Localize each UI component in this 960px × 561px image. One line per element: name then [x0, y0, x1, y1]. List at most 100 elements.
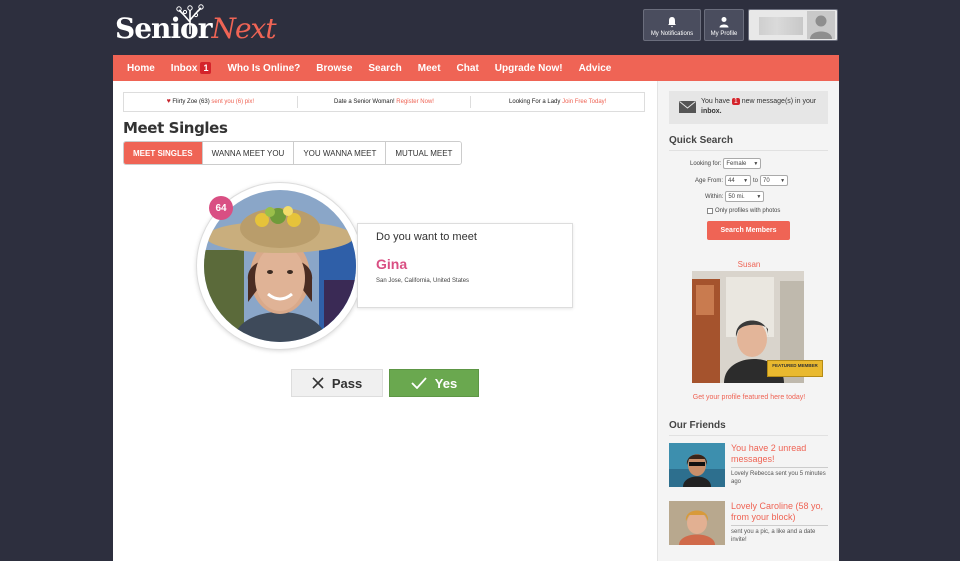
divider — [731, 467, 828, 468]
tab-mutual-meet[interactable]: MUTUAL MEET — [386, 142, 462, 164]
friend-photo — [669, 443, 725, 487]
message-suffix: new message(s) in your — [741, 98, 817, 105]
age-to-label: to — [753, 177, 759, 184]
friend-subtitle: Lovely Rebecca sent you 5 minutes ago — [731, 471, 826, 485]
meet-question: Do you want to meet — [376, 231, 477, 243]
username-blurred — [759, 17, 803, 35]
age-from-value: 44 — [728, 177, 735, 184]
quick-search-title: Quick Search — [669, 135, 733, 146]
ticker-link-3[interactable]: Join Free Today! — [562, 99, 606, 105]
looking-for-label: Looking for: — [690, 160, 722, 167]
pass-label: Pass — [331, 375, 363, 391]
age-from-select[interactable]: 44 ▼ — [725, 175, 752, 186]
featured-member-badge: FEATURED MEMBER — [767, 360, 823, 377]
pass-button[interactable]: Pass — [291, 369, 383, 397]
main-content: ♥ Flirty Zoe (63) sent you (6) pix! Date… — [113, 81, 657, 561]
chevron-down-icon: ▼ — [756, 193, 762, 200]
close-icon — [312, 377, 324, 389]
within-value: 50 mi. — [728, 193, 745, 200]
new-message-notice[interactable]: You have 1 new message(s) in your inbox. — [669, 91, 828, 124]
yes-button[interactable]: Yes — [389, 369, 479, 397]
photos-only-label: Only profiles with photos — [715, 208, 781, 214]
within-row: Within: 50 mi. ▼ — [705, 191, 765, 202]
looking-for-value: Female — [726, 160, 747, 167]
nav-inbox[interactable]: Inbox 1 — [163, 55, 220, 81]
age-badge: 64 — [209, 196, 233, 220]
get-featured-link[interactable]: Get your profile featured here today! — [658, 394, 840, 401]
message-count-badge: 1 — [731, 98, 740, 105]
ticker-link-2[interactable]: Register Now! — [396, 99, 434, 105]
ticker-item-2[interactable]: Date a Senior Woman! Register Now! — [298, 96, 472, 108]
tab-meet-singles[interactable]: MEET SINGLES — [124, 142, 203, 164]
bell-icon — [668, 17, 676, 28]
within-label: Within: — [705, 193, 724, 200]
ticker-text-3: Looking For a Lady — [509, 99, 561, 105]
ticker-text-2: Date a Senior Woman! — [334, 99, 395, 105]
age-from-label: Age From: — [695, 177, 724, 184]
nav-home[interactable]: Home — [119, 55, 163, 81]
user-icon — [719, 17, 729, 28]
ticker-name: Flirty Zoe (63) — [172, 99, 210, 105]
check-icon — [411, 377, 427, 389]
user-account-menu[interactable] — [748, 9, 838, 41]
nav-upgrade[interactable]: Upgrade Now! — [487, 55, 571, 81]
right-sidebar: You have 1 new message(s) in your inbox.… — [657, 81, 839, 561]
activity-ticker: ♥ Flirty Zoe (63) sent you (6) pix! Date… — [123, 92, 645, 112]
envelope-icon — [679, 101, 696, 113]
nav-inbox-label: Inbox — [170, 62, 198, 74]
nav-advice[interactable]: Advice — [571, 55, 620, 81]
profile-label: My Profile — [710, 31, 738, 37]
tab-wanna-meet-you[interactable]: WANNA MEET YOU — [202, 142, 295, 164]
photos-only-row: Only profiles with photos — [707, 208, 780, 214]
page-title: Meet Singles — [123, 119, 228, 137]
tab-you-wanna-meet[interactable]: YOU WANNA MEET — [294, 142, 387, 164]
meet-tabs: MEET SINGLES WANNA MEET YOU YOU WANNA ME… — [123, 141, 463, 165]
age-to-value: 70 — [763, 177, 770, 184]
divider — [669, 435, 828, 436]
my-profile-button[interactable]: My Profile — [704, 9, 744, 41]
message-prefix: You have — [701, 98, 730, 105]
looking-for-row: Looking for: Female ▼ — [690, 158, 762, 169]
friend-title: You have 2 unread messages! — [731, 443, 807, 464]
friend-photo — [669, 501, 725, 545]
looking-for-select[interactable]: Female ▼ — [723, 158, 762, 169]
ticker-item-1[interactable]: ♥ Flirty Zoe (63) sent you (6) pix! — [124, 96, 298, 108]
our-friends-title: Our Friends — [669, 420, 726, 431]
friend-title: Lovely Caroline (58 yo, from your block) — [731, 501, 824, 522]
featured-member-name[interactable]: Susan — [658, 260, 840, 269]
search-members-button[interactable]: Search Members — [707, 221, 790, 240]
age-to-select[interactable]: 70 ▼ — [760, 175, 789, 186]
chevron-down-icon: ▼ — [780, 177, 786, 184]
chevron-down-icon: ▼ — [743, 177, 749, 184]
photos-only-checkbox[interactable] — [707, 208, 713, 214]
age-row: Age From: 44 ▼ to 70 ▼ — [695, 175, 789, 186]
friend-item[interactable]: You have 2 unread messages! Lovely Rebec… — [669, 443, 828, 488]
divider — [731, 525, 828, 526]
friend-subtitle: sent you a pic, a like and a date invite… — [731, 529, 816, 543]
my-notifications-button[interactable]: My Notifications — [643, 9, 701, 41]
notifications-label: My Notifications — [650, 31, 694, 37]
friend-item[interactable]: Lovely Caroline (58 yo, from your block)… — [669, 501, 828, 546]
logo-word-next: Next — [211, 11, 276, 45]
main-nav: Home Inbox 1 Who Is Online? Browse Searc… — [113, 55, 839, 81]
yes-label: Yes — [434, 375, 458, 391]
heart-icon: ♥ — [166, 98, 171, 105]
meet-prompt-card: Do you want to meet Gina San Jose, Calif… — [357, 223, 573, 308]
within-select[interactable]: 50 mi. ▼ — [725, 191, 765, 202]
chevron-down-icon: ▼ — [753, 160, 759, 167]
inbox-count-badge: 1 — [200, 62, 212, 74]
nav-chat[interactable]: Chat — [449, 55, 487, 81]
profile-location: San Jose, California, United States — [376, 278, 470, 284]
avatar — [807, 11, 835, 39]
ticker-item-3[interactable]: Looking For a Lady Join Free Today! — [471, 96, 644, 108]
divider — [669, 150, 828, 151]
nav-meet[interactable]: Meet — [410, 55, 449, 81]
nav-search[interactable]: Search — [360, 55, 409, 81]
site-logo[interactable]: Senior Next — [115, 4, 277, 50]
nav-browse[interactable]: Browse — [308, 55, 360, 81]
inbox-link[interactable]: inbox. — [701, 108, 722, 115]
nav-who-is-online[interactable]: Who Is Online? — [219, 55, 308, 81]
ticker-action: sent you (6) pix! — [211, 99, 255, 105]
profile-name[interactable]: Gina — [376, 256, 407, 272]
logo-tree-icon — [176, 4, 204, 34]
